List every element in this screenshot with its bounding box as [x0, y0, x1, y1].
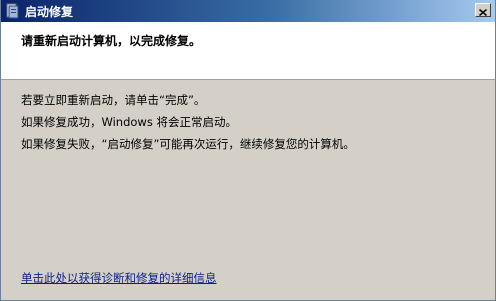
body-panel: 若要立即重新启动，请单击“完成”。 如果修复成功，Windows 将会正常启动。…: [1, 80, 495, 300]
startup-repair-icon: [5, 3, 21, 19]
window-title: 启动修复: [25, 4, 74, 19]
diagnostic-details-link[interactable]: 单击此处以获得诊断和修复的详细信息: [21, 270, 217, 286]
header-message: 请重新启动计算机，以完成修复。: [21, 34, 202, 48]
close-button[interactable]: [475, 3, 491, 17]
instruction-success: 如果修复成功，Windows 将会正常启动。: [21, 115, 237, 129]
header-panel: 请重新启动计算机，以完成修复。: [1, 22, 495, 80]
startup-repair-window: 启动修复 请重新启动计算机，以完成修复。 若要立即重新启动，请单击“完成”。 如…: [0, 0, 496, 301]
instruction-restart: 若要立即重新启动，请单击“完成”。: [21, 93, 206, 107]
instruction-failure: 如果修复失败，“启动修复”可能再次运行，继续修复您的计算机。: [21, 137, 355, 151]
title-bar[interactable]: 启动修复: [1, 0, 495, 22]
close-icon: [479, 1, 487, 20]
